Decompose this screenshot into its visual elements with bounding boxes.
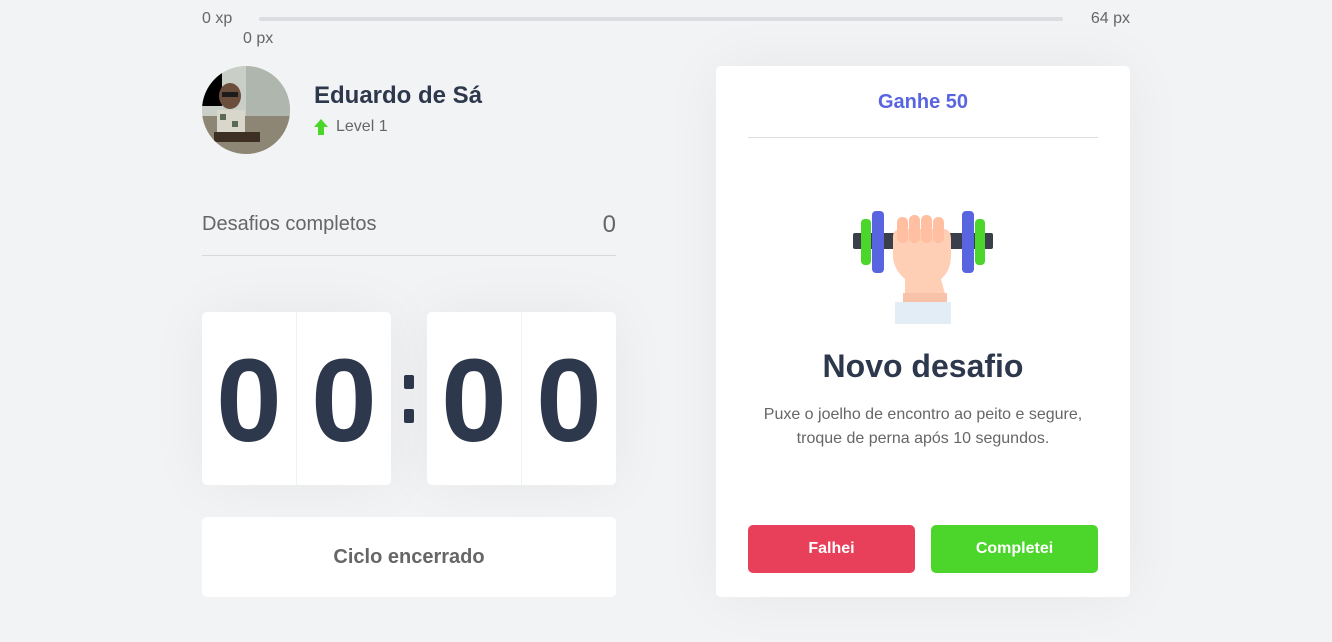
countdown-seconds: 0 0 <box>427 312 616 485</box>
failed-button[interactable]: Falhei <box>748 525 915 573</box>
minute-digit-right: 0 <box>296 312 391 485</box>
completed-challenges-count: 0 <box>602 211 616 238</box>
second-digit-right: 0 <box>521 312 616 485</box>
countdown-minutes: 0 0 <box>202 312 391 485</box>
xp-progress-track <box>259 17 1063 21</box>
level-up-icon <box>314 119 328 135</box>
completed-challenges-label: Desafios completos <box>202 213 377 235</box>
xp-current-label: 0 px <box>243 30 274 47</box>
page: 0 xp 0 px 64 px Eduardo de Sá Level 1 De… <box>0 0 1332 642</box>
dumbbell-icon <box>853 211 993 324</box>
completed-button[interactable]: Completei <box>931 525 1098 573</box>
completed-challenges: Desafios completos 0 <box>202 210 616 256</box>
challenge-card: Ganhe 50 Novo desafio Puxe o joelho de e… <box>716 66 1130 597</box>
xp-start-label: 0 xp <box>202 10 233 27</box>
avatar <box>202 66 290 154</box>
challenge-title: Novo desafio <box>822 348 1024 384</box>
second-digit-left: 0 <box>441 334 507 467</box>
profile: Eduardo de Sá Level 1 <box>202 66 616 154</box>
challenge-reward: Ganhe 50 <box>748 66 1098 138</box>
level-label: Level 1 <box>336 118 388 135</box>
challenge-description: Puxe o joelho de encontro ao peito e seg… <box>763 406 1083 447</box>
level: Level 1 <box>314 118 388 136</box>
experience-bar: 0 xp 0 px 64 px <box>202 8 1130 48</box>
countdown: 0 0 0 0 <box>202 312 616 485</box>
user-name: Eduardo de Sá <box>314 82 483 109</box>
xp-end-label: 64 px <box>1090 10 1130 27</box>
minute-digit-left: 0 <box>216 334 282 467</box>
cycle-ended-button[interactable]: Ciclo encerrado <box>202 517 616 597</box>
countdown-separator <box>391 312 427 485</box>
